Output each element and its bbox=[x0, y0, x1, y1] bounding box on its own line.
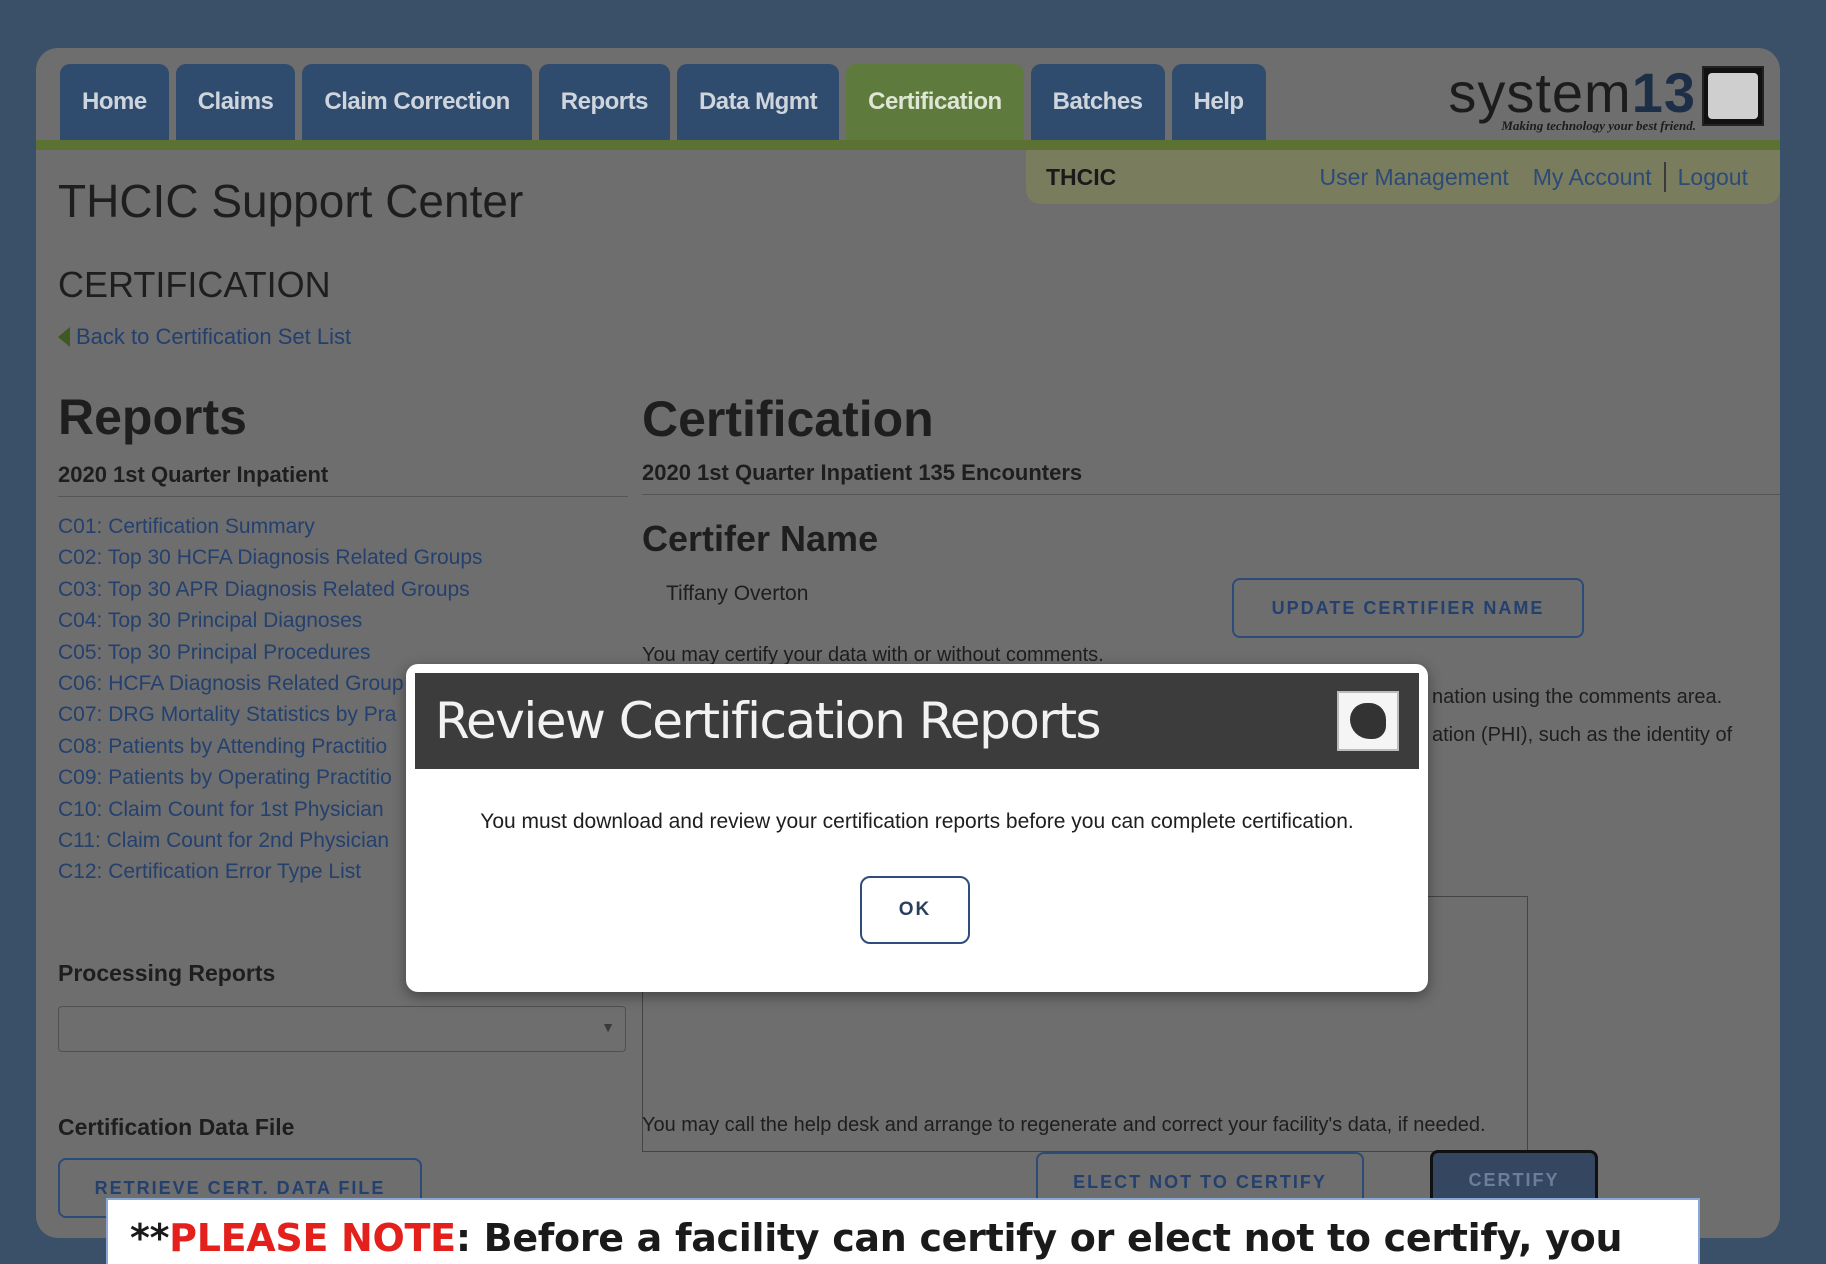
ok-button[interactable]: OK bbox=[860, 876, 970, 944]
user-management-link[interactable]: User Management bbox=[1308, 164, 1521, 191]
system13-logo: system13 Making technology your best fri… bbox=[1448, 65, 1764, 134]
reports-subheading: 2020 1st Quarter Inpatient bbox=[58, 462, 628, 497]
comments-info-text: nation using the comments area. bbox=[1432, 686, 1723, 708]
report-link-c01[interactable]: C01: Certification Summary bbox=[58, 511, 628, 542]
my-account-link[interactable]: My Account bbox=[1521, 164, 1664, 191]
tab-reports[interactable]: Reports bbox=[538, 64, 670, 140]
cert-data-file-heading: Certification Data File bbox=[58, 1114, 295, 1140]
modal-title: Review Certification Reports bbox=[435, 692, 1102, 750]
org-name: THCIC bbox=[1046, 163, 1117, 190]
nav-divider bbox=[36, 140, 1780, 150]
dog-logo-icon bbox=[1702, 66, 1764, 126]
phi-info-text: ation (PHI), such as the identity of bbox=[1432, 724, 1733, 746]
back-link-label: Back to Certification Set List bbox=[76, 324, 352, 349]
certifier-name-heading: Certifer Name bbox=[642, 518, 879, 559]
certification-heading: Certification bbox=[642, 391, 934, 447]
sub-nav: THCIC User Management My Account Logout bbox=[1026, 150, 1780, 204]
modal-message: You must download and review your certif… bbox=[480, 810, 1354, 833]
note-prefix: ** bbox=[130, 1216, 170, 1260]
tab-batches[interactable]: Batches bbox=[1030, 64, 1165, 140]
report-link-c02[interactable]: C02: Top 30 HCFA Diagnosis Related Group… bbox=[58, 542, 628, 573]
section-title: CERTIFICATION bbox=[58, 264, 331, 305]
report-link-c03[interactable]: C03: Top 30 APR Diagnosis Related Groups bbox=[58, 574, 628, 605]
modal-header: Review Certification Reports bbox=[415, 673, 1419, 769]
site-title: THCIC Support Center bbox=[58, 175, 524, 227]
page-card: Home Claims Claim Correction Reports Dat… bbox=[36, 48, 1780, 1238]
note-banner: **PLEASE NOTE: Before a facility can cer… bbox=[106, 1198, 1700, 1264]
tab-claims[interactable]: Claims bbox=[175, 64, 296, 140]
processing-reports-select[interactable]: ▼ bbox=[58, 1006, 626, 1052]
main-nav: Home Claims Claim Correction Reports Dat… bbox=[60, 64, 1266, 140]
chevron-down-icon: ▼ bbox=[601, 1019, 615, 1035]
back-arrow-icon bbox=[58, 327, 70, 347]
tab-help[interactable]: Help bbox=[1171, 64, 1266, 140]
reports-heading: Reports bbox=[58, 389, 247, 445]
tab-certification[interactable]: Certification bbox=[846, 64, 1024, 140]
note-text: : Before a facility can certify or elect… bbox=[455, 1216, 1623, 1260]
certification-subheading: 2020 1st Quarter Inpatient 135 Encounter… bbox=[642, 460, 1780, 495]
back-to-cert-set-link[interactable]: Back to Certification Set List bbox=[58, 324, 351, 350]
tab-data-mgmt[interactable]: Data Mgmt bbox=[676, 64, 840, 140]
update-certifier-name-button[interactable]: UPDATE CERTIFIER NAME bbox=[1232, 578, 1584, 638]
note-highlight: PLEASE NOTE bbox=[169, 1216, 456, 1260]
processing-reports-heading: Processing Reports bbox=[58, 960, 276, 986]
logout-link[interactable]: Logout bbox=[1666, 164, 1760, 191]
report-link-c04[interactable]: C04: Top 30 Principal Diagnoses bbox=[58, 605, 628, 636]
help-desk-text: You may call the help desk and arrange t… bbox=[642, 1114, 1486, 1136]
dog-logo-icon bbox=[1337, 691, 1399, 751]
review-reports-modal: Review Certification Reports You must do… bbox=[406, 664, 1428, 992]
tab-claim-correction[interactable]: Claim Correction bbox=[302, 64, 532, 140]
certifier-name-value: Tiffany Overton bbox=[666, 582, 809, 605]
logo-brand-prefix: system bbox=[1448, 61, 1632, 124]
logo-brand-number: 13 bbox=[1631, 61, 1696, 124]
tab-home[interactable]: Home bbox=[60, 64, 169, 140]
